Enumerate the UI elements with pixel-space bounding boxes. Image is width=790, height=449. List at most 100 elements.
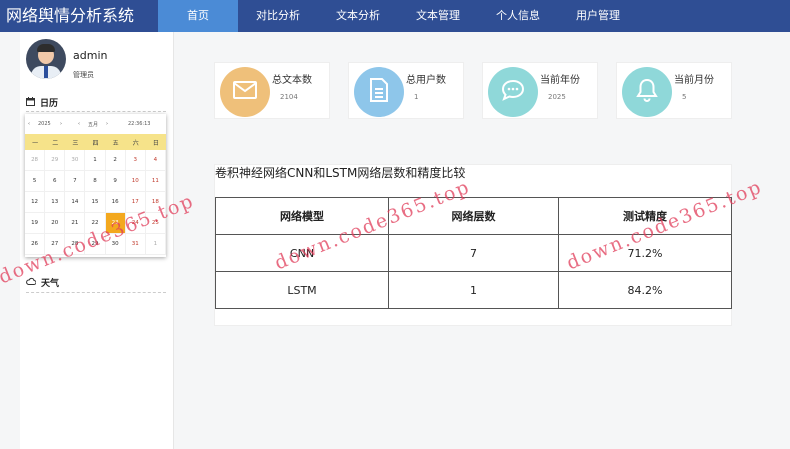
table-header-row: 网络模型 网络层数 测试精度 bbox=[215, 197, 732, 235]
calendar-day[interactable]: 11 bbox=[145, 171, 166, 192]
calendar-day[interactable]: 28 bbox=[25, 150, 46, 171]
calendar-day[interactable]: 1 bbox=[145, 234, 166, 255]
calendar-day[interactable]: 15 bbox=[85, 192, 106, 213]
nav-item-user-management[interactable]: 用户管理 bbox=[558, 0, 638, 32]
calendar-day[interactable]: 3 bbox=[125, 150, 146, 171]
calendar-month: 五月 bbox=[88, 121, 99, 128]
calendar-day[interactable]: 26 bbox=[25, 234, 46, 255]
calendar-day[interactable]: 24 bbox=[125, 213, 146, 234]
calendar-day[interactable]: 23 bbox=[105, 213, 126, 234]
calendar-day[interactable]: 25 bbox=[145, 213, 166, 234]
calendar-day[interactable]: 27 bbox=[45, 234, 66, 255]
calendar-widget[interactable]: ‹ 2025 › ‹ 五月 › 22:36:13 一二三四五六日 28 29 30 1… bbox=[25, 114, 166, 257]
nav-item-home[interactable]: 首页 bbox=[158, 0, 238, 32]
calendar-day[interactable]: 18 bbox=[145, 192, 166, 213]
main-nav: 首页 对比分析 文本分析 文本管理 个人信息 用户管理 bbox=[158, 0, 638, 32]
calendar-icon bbox=[26, 96, 35, 109]
calendar-day[interactable]: 7 bbox=[65, 171, 86, 192]
calendar-weekdays: 一二三四五六日 bbox=[25, 134, 166, 150]
nav-item-text-analysis[interactable]: 文本分析 bbox=[318, 0, 398, 32]
calendar-day[interactable]: 30 bbox=[65, 150, 86, 171]
calendar-day[interactable]: 1 bbox=[85, 150, 106, 171]
calendar-day[interactable]: 10 bbox=[125, 171, 146, 192]
calendar-day[interactable]: 9 bbox=[105, 171, 126, 192]
comparison-panel: 卷积神经网络CNN和LSTM网络层数和精度比较 网络模型 网络层数 测试精度 C… bbox=[214, 164, 732, 326]
next-month-icon[interactable]: › bbox=[106, 121, 128, 127]
stat-card-current-month[interactable]: 当前月份 5 bbox=[616, 62, 732, 119]
calendar-day[interactable]: 28 bbox=[65, 234, 86, 255]
calendar-day[interactable]: 13 bbox=[45, 192, 66, 213]
calendar-day[interactable]: 20 bbox=[45, 213, 66, 234]
stat-label: 当前月份 bbox=[674, 75, 714, 86]
stat-card-current-year[interactable]: 当前年份 2025 bbox=[482, 62, 598, 119]
stat-label: 总用户数 bbox=[406, 75, 446, 86]
stat-value: 2025 bbox=[548, 93, 566, 101]
stat-icon-circle bbox=[354, 67, 404, 117]
calendar-day[interactable]: 29 bbox=[45, 150, 66, 171]
nav-item-profile[interactable]: 个人信息 bbox=[478, 0, 558, 32]
table-cell: LSTM bbox=[215, 271, 389, 309]
calendar-day[interactable]: 29 bbox=[85, 234, 106, 255]
weekday-label: 日 bbox=[152, 139, 159, 147]
calendar-day[interactable]: 17 bbox=[125, 192, 146, 213]
calendar-day[interactable]: 12 bbox=[25, 192, 46, 213]
calendar-day[interactable]: 31 bbox=[125, 234, 146, 255]
prev-year-icon[interactable]: ‹ bbox=[28, 121, 38, 127]
calendar-time: 22:36:13 bbox=[128, 121, 151, 127]
main-content: 总文本数 2104 总用户数 1 当前年份 2025 当前月份 5 卷积神经网络… bbox=[174, 32, 790, 449]
user-name: admin bbox=[73, 49, 108, 62]
calendar-section-title: 日历 bbox=[26, 96, 58, 109]
weather-title: 天气 bbox=[41, 279, 60, 289]
comparison-table: 网络模型 网络层数 测试精度 CNN 7 71.2% LSTM 1 84.2% bbox=[215, 197, 732, 309]
weekday-label: 六 bbox=[132, 139, 139, 147]
calendar-days: 28 29 30 1 2 3 4 5 6 7 8 9 10 11 12 13 14 15 16 17 18 19 20 21 2… bbox=[25, 150, 166, 255]
table-cell: 1 bbox=[388, 271, 559, 309]
calendar-day[interactable]: 5 bbox=[25, 171, 46, 192]
bell-icon bbox=[636, 78, 658, 106]
stat-label: 当前年份 bbox=[540, 75, 580, 86]
calendar-day[interactable]: 22 bbox=[85, 213, 106, 234]
app-title: 网络舆情分析系统 bbox=[6, 6, 135, 25]
avatar bbox=[26, 39, 66, 79]
prev-month-icon[interactable]: ‹ bbox=[78, 121, 88, 127]
stat-label: 总文本数 bbox=[272, 75, 312, 86]
calendar-day[interactable]: 6 bbox=[45, 171, 66, 192]
stat-value: 2104 bbox=[280, 93, 298, 101]
divider bbox=[26, 111, 166, 112]
column-header: 网络模型 bbox=[215, 197, 389, 235]
divider bbox=[26, 292, 166, 293]
sidebar: admin 管理员 日历 ‹ 2025 › ‹ 五月 › 22:36:13 一二… bbox=[20, 32, 174, 449]
calendar-day[interactable]: 19 bbox=[25, 213, 46, 234]
nav-item-compare-analysis[interactable]: 对比分析 bbox=[238, 0, 318, 32]
next-year-icon[interactable]: › bbox=[60, 121, 78, 127]
table-row: CNN 7 71.2% bbox=[215, 234, 732, 272]
stat-icon-circle bbox=[220, 67, 270, 117]
weekday-label: 三 bbox=[72, 139, 79, 147]
calendar-day[interactable]: 2 bbox=[105, 150, 126, 171]
calendar-day[interactable]: 30 bbox=[105, 234, 126, 255]
mail-icon bbox=[233, 81, 257, 103]
weekday-label: 一 bbox=[32, 139, 39, 147]
calendar-day[interactable]: 14 bbox=[65, 192, 86, 213]
calendar-title: 日历 bbox=[40, 99, 59, 109]
table-cell: 84.2% bbox=[558, 271, 732, 309]
column-header: 测试精度 bbox=[558, 197, 732, 235]
weekday-label: 五 bbox=[112, 139, 119, 147]
user-role: 管理员 bbox=[73, 71, 94, 79]
calendar-day[interactable]: 4 bbox=[145, 150, 166, 171]
table-cell: 71.2% bbox=[558, 234, 732, 272]
stat-value: 1 bbox=[414, 93, 419, 101]
stat-card-text-total[interactable]: 总文本数 2104 bbox=[214, 62, 330, 119]
nav-item-text-management[interactable]: 文本管理 bbox=[398, 0, 478, 32]
table-row: LSTM 1 84.2% bbox=[215, 271, 732, 309]
calendar-header: ‹ 2025 › ‹ 五月 › 22:36:13 bbox=[25, 114, 166, 134]
calendar-day[interactable]: 21 bbox=[65, 213, 86, 234]
cloud-icon bbox=[26, 277, 37, 288]
calendar-day[interactable]: 16 bbox=[105, 192, 126, 213]
table-cell: 7 bbox=[388, 234, 559, 272]
stat-card-user-total[interactable]: 总用户数 1 bbox=[348, 62, 464, 119]
table-cell: CNN bbox=[215, 234, 389, 272]
calendar-day[interactable]: 8 bbox=[85, 171, 106, 192]
weather-section-title: 天气 bbox=[26, 276, 59, 289]
weekday-label: 四 bbox=[92, 139, 99, 147]
